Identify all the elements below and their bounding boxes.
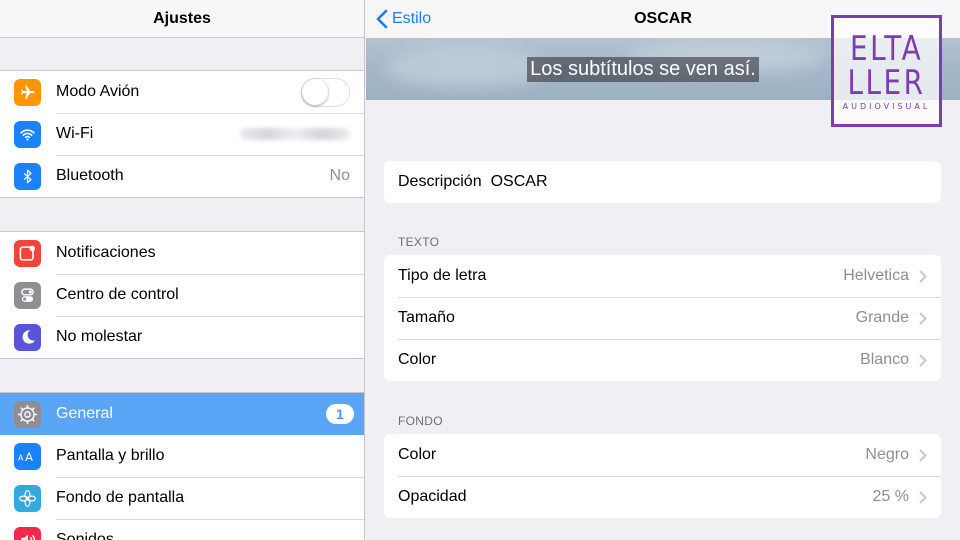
opacity-row[interactable]: Opacidad 25 % <box>384 476 941 518</box>
gear-icon <box>14 400 41 428</box>
sidebar-item-label: Bluetooth <box>56 167 124 184</box>
description-label: Descripción <box>398 173 482 190</box>
chevron-left-icon <box>376 9 388 29</box>
toggle-knob <box>302 79 328 105</box>
chevron-right-icon <box>919 491 927 504</box>
section-header-texto: TEXTO <box>398 235 440 249</box>
wifi-icon <box>14 120 41 148</box>
sidebar-group-notifications: Notificaciones Centro de control No mole… <box>0 231 364 359</box>
bluetooth-icon <box>14 162 41 190</box>
back-button-label: Estilo <box>392 10 432 27</box>
sidebar-item-label: General <box>56 405 113 422</box>
logo-line-3: AUDIOVISUAL <box>842 101 931 111</box>
sidebar-item-fondo-de-pantalla[interactable]: Fondo de pantalla <box>0 477 364 519</box>
text-size-icon: AA <box>14 442 41 470</box>
airplane-mode-toggle[interactable] <box>301 78 350 107</box>
row-value: 25 % <box>872 488 909 505</box>
description-row[interactable]: Descripción OSCAR <box>384 161 941 203</box>
sidebar-item-label: Sonidos <box>56 531 114 540</box>
sidebar-item-modo-avion[interactable]: Modo Avión <box>0 71 364 113</box>
sidebar-item-pantalla-y-brillo[interactable]: AA Pantalla y brillo <box>0 435 364 477</box>
logo-line-1: ELTA <box>849 28 924 69</box>
font-type-row[interactable]: Tipo de letra Helvetica <box>384 255 941 297</box>
description-card: Descripción OSCAR <box>384 161 941 203</box>
text-settings-card: Tipo de letra Helvetica Tamaño Grande Co… <box>384 255 941 381</box>
background-settings-card: Color Negro Opacidad 25 % <box>384 434 941 518</box>
wifi-network-name-blurred <box>240 128 350 140</box>
description-value[interactable]: OSCAR <box>491 173 548 191</box>
sidebar-item-label: Wi-Fi <box>56 125 94 142</box>
sidebar-item-label: Modo Avión <box>56 83 140 100</box>
page-title: OSCAR <box>634 10 692 27</box>
sidebar-item-centro-de-control[interactable]: Centro de control <box>0 274 364 316</box>
sidebar-item-label: Fondo de pantalla <box>56 489 185 506</box>
background-color-row[interactable]: Color Negro <box>384 434 941 476</box>
notifications-icon <box>14 239 41 267</box>
row-value: Negro <box>865 446 909 463</box>
size-row[interactable]: Tamaño Grande <box>384 297 941 339</box>
row-label: Color <box>398 351 437 368</box>
row-value: Helvetica <box>843 267 909 284</box>
sidebar-item-sonidos[interactable]: Sonidos <box>0 519 364 540</box>
update-count-badge: 1 <box>326 404 354 424</box>
sidebar-group-general: General 1 AA Pantalla y brillo Fondo de … <box>0 392 364 540</box>
sidebar-item-no-molestar[interactable]: No molestar <box>0 316 364 358</box>
svg-text:A: A <box>25 450 33 463</box>
svg-text:A: A <box>18 453 24 462</box>
chevron-right-icon <box>919 449 927 462</box>
back-button[interactable]: Estilo <box>376 0 431 38</box>
text-color-row[interactable]: Color Blanco <box>384 339 941 381</box>
subtitle-sample-text: Los subtítulos se ven así. <box>527 56 759 82</box>
sidebar-item-label: Notificaciones <box>56 244 156 261</box>
row-label: Opacidad <box>398 488 467 505</box>
wallpaper-icon <box>14 484 41 512</box>
chevron-right-icon <box>919 354 927 367</box>
bluetooth-status: No <box>329 167 350 184</box>
cloud-decoration <box>386 48 546 88</box>
logo-line-2: LLER <box>847 62 926 103</box>
sidebar-item-label: No molestar <box>56 328 143 345</box>
row-label: Tamaño <box>398 309 455 326</box>
chevron-right-icon <box>919 270 927 283</box>
section-header-fondo: FONDO <box>398 414 443 428</box>
control-center-icon <box>14 281 41 309</box>
row-value: Grande <box>855 309 909 326</box>
chevron-right-icon <box>919 312 927 325</box>
el-taller-logo-watermark: ELTA LLER AUDIOVISUAL <box>831 15 942 127</box>
row-label: Color <box>398 446 437 463</box>
row-label: Tipo de letra <box>398 267 487 284</box>
sidebar-item-general[interactable]: General 1 <box>0 393 364 435</box>
sidebar-item-wifi[interactable]: Wi-Fi <box>0 113 364 155</box>
sidebar-title: Ajustes <box>0 0 364 38</box>
sidebar-item-notificaciones[interactable]: Notificaciones <box>0 232 364 274</box>
speaker-icon <box>14 526 41 540</box>
row-value: Blanco <box>860 351 909 368</box>
sidebar-item-label: Pantalla y brillo <box>56 447 165 464</box>
settings-sidebar: Ajustes Modo Avión Wi-Fi Bluetooth No No… <box>0 0 365 540</box>
sidebar-item-bluetooth[interactable]: Bluetooth No <box>0 155 364 197</box>
sidebar-group-connectivity: Modo Avión Wi-Fi Bluetooth No <box>0 70 364 198</box>
moon-icon <box>14 323 41 351</box>
airplane-icon <box>14 78 41 106</box>
sidebar-item-label: Centro de control <box>56 286 179 303</box>
